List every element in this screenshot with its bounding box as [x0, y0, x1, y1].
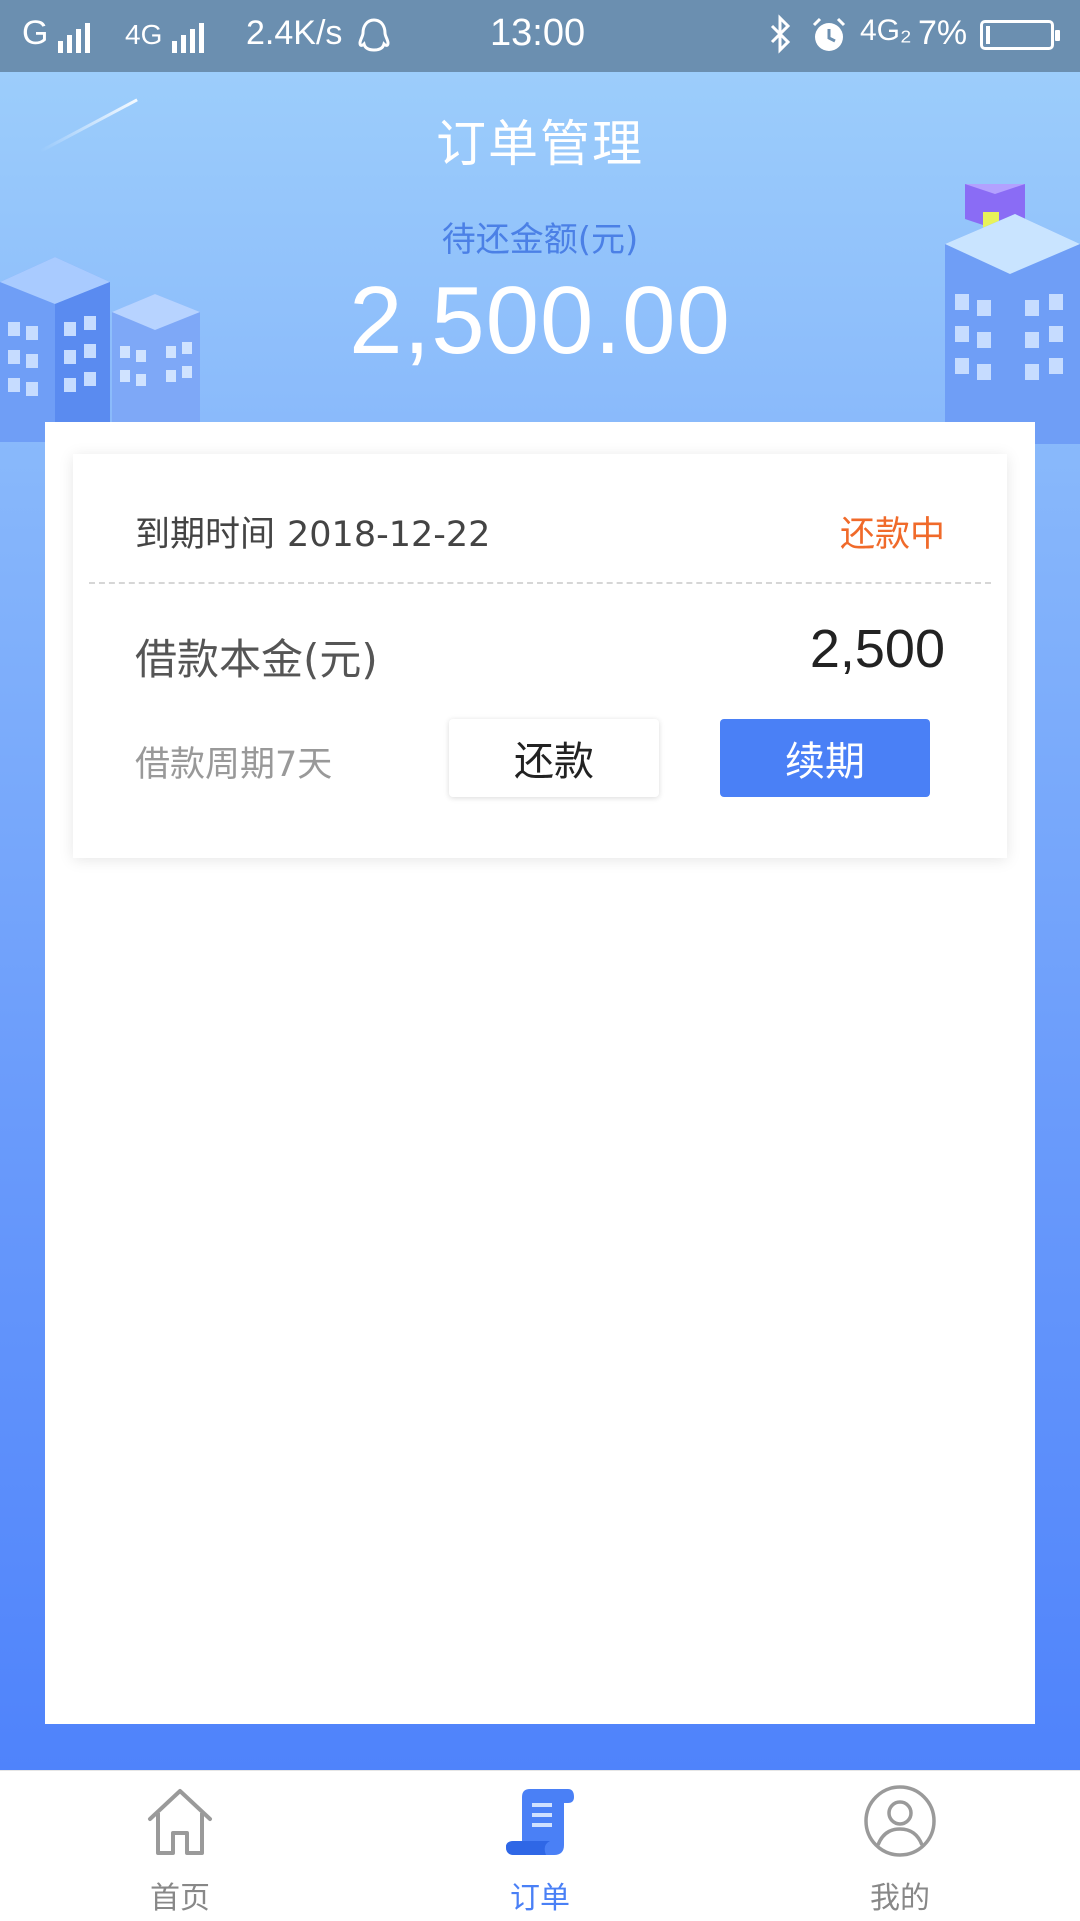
- signal-bars-icon: [57, 14, 94, 53]
- principal-label: 借款本金(元): [135, 635, 378, 684]
- battery-icon: [980, 20, 1060, 50]
- order-status-badge: 还款中: [839, 515, 945, 555]
- order-scroll-icon: [506, 1789, 574, 1855]
- bottom-tab-bar: 首页 订单 我的: [0, 1770, 1080, 1921]
- tab-profile[interactable]: 我的: [720, 1771, 1080, 1921]
- tab-orders-label: 订单: [510, 1881, 570, 1916]
- bluetooth-icon: [768, 14, 794, 63]
- pending-amount-value: 2,500.00: [349, 267, 731, 374]
- alarm-icon: [810, 16, 848, 63]
- due-date-value: 2018-12-22: [287, 515, 491, 555]
- network-type: 4G₂: [860, 14, 912, 47]
- pending-amount-label: 待还金额(元): [441, 220, 639, 260]
- tab-home-label: 首页: [150, 1881, 210, 1916]
- carrier-2-label: 4G: [125, 19, 163, 50]
- signal-1: G: [22, 14, 94, 53]
- battery-percent: 7%: [918, 14, 968, 52]
- renew-button[interactable]: 续期: [720, 719, 930, 797]
- page-title: 订单管理: [436, 115, 644, 173]
- network-speed: 2.4K/s: [246, 14, 343, 52]
- carrier-1-label: G: [22, 14, 49, 52]
- due-date-label: 到期时间: [135, 515, 276, 555]
- order-card[interactable]: 到期时间 2018-12-22 还款中 借款本金(元) 2,500 借款周期7天 …: [73, 454, 1007, 858]
- status-bar: G 4G 2.4K/s 13:00 4G₂ 7%: [0, 0, 1080, 72]
- order-list-panel: 到期时间 2018-12-22 还款中 借款本金(元) 2,500 借款周期7天 …: [45, 422, 1035, 1724]
- user-icon: [864, 1785, 936, 1857]
- signal-2: 4G: [125, 14, 208, 53]
- signal-bars-icon: [171, 14, 208, 53]
- clock: 13:00: [490, 12, 586, 54]
- tab-home[interactable]: 首页: [0, 1771, 360, 1921]
- repay-button[interactable]: 还款: [449, 719, 659, 797]
- home-icon: [148, 1789, 212, 1855]
- qq-icon: [354, 16, 394, 65]
- tab-orders[interactable]: 订单: [360, 1771, 720, 1921]
- dashed-divider: [89, 582, 991, 584]
- loan-period: 借款周期7天: [135, 745, 333, 785]
- due-date: 到期时间 2018-12-22: [135, 506, 490, 557]
- principal-value: 2,500: [809, 619, 945, 679]
- tab-profile-label: 我的: [870, 1881, 930, 1916]
